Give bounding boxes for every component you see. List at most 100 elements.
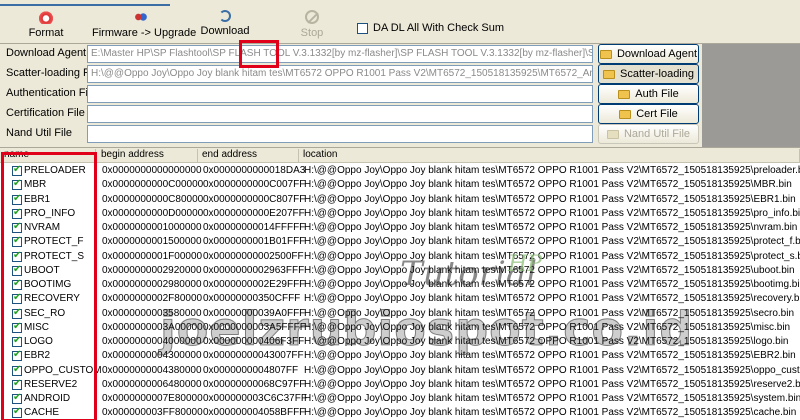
header-begin-address[interactable]: begin address	[97, 149, 198, 163]
end-address-cell: 0x00000000068C97FF	[203, 378, 306, 390]
header-location[interactable]: location	[299, 149, 800, 163]
table-row[interactable]: BOOTIMG0x00000000029800000x0000000002E29…	[0, 278, 800, 292]
download-agent-field[interactable]: E:\Master HP\SP Flashtool\SP FLASH TOOL …	[87, 45, 593, 63]
table-row[interactable]: EBR20x00000000043000000x00000000043007FF…	[0, 349, 800, 363]
table-row[interactable]: MISC0x0000000003A000000x0000000003A5FFFF…	[0, 321, 800, 335]
download-label: Download	[200, 25, 250, 37]
download-agent-button-label: Download Agent	[616, 48, 698, 60]
location-cell: H:\@@Oppo Joy\Oppo Joy blank hitam tes\M…	[304, 193, 796, 205]
location-cell: H:\@@Oppo Joy\Oppo Joy blank hitam tes\M…	[304, 236, 800, 248]
table-row[interactable]: CACHE0x000000003FF800000x000000004058BFF…	[0, 406, 800, 420]
end-address-cell: 0x0000000000C007FF	[203, 179, 306, 191]
nand-util-button[interactable]: Nand Util File	[598, 124, 699, 144]
location-cell: H:\@@Oppo Joy\Oppo Joy blank hitam tes\M…	[304, 378, 800, 390]
end-address-cell: 0x00000000350CFFF	[203, 293, 301, 305]
stop-button[interactable]: Stop	[290, 10, 334, 42]
begin-address-cell: 0x0000000003A00000	[102, 321, 203, 333]
end-address-cell: 0x0000000001B01FFF	[203, 236, 306, 248]
da-checksum-checkbox[interactable]: DA DL All With Check Sum	[357, 22, 504, 34]
folder-icon	[606, 129, 619, 139]
location-cell: H:\@@Oppo Joy\Oppo Joy blank hitam tes\M…	[304, 222, 798, 233]
location-cell: H:\@@Oppo Joy\Oppo Joy blank hitam tes\M…	[304, 307, 795, 319]
header-end-address[interactable]: end address	[198, 149, 299, 163]
da-checksum-label: DA DL All With Check Sum	[373, 22, 505, 34]
folder-icon	[603, 69, 615, 79]
begin-address-cell: 0x0000000001000000	[102, 222, 202, 233]
download-button[interactable]: Download	[196, 10, 254, 42]
download-agent-row: Download Agent E:\Master HP\SP Flashtool…	[0, 44, 800, 64]
authentication-label: Authentication File	[6, 87, 97, 99]
auth-file-button-label: Auth File	[635, 88, 679, 100]
table-row[interactable]: NVRAM0x00000000010000000x00000000014FFFF…	[0, 221, 800, 235]
table-row[interactable]: EBR10x0000000000C800000x0000000000C807FF…	[0, 193, 800, 207]
version-highlight-box	[239, 40, 279, 68]
table-row[interactable]: MBR0x0000000000C000000x0000000000C007FFH…	[0, 178, 800, 192]
begin-address-cell: 0x0000000006480000	[102, 378, 202, 390]
table-row[interactable]: RESERVE20x00000000064800000x00000000068C…	[0, 378, 800, 392]
begin-address-cell: 0x0000000000C80000	[102, 193, 204, 205]
right-side-panel	[702, 44, 800, 148]
location-cell: H:\@@Oppo Joy\Oppo Joy blank hitam tes\M…	[304, 407, 797, 419]
table-row[interactable]: PRELOADER0x00000000000000000x00000000000…	[0, 164, 800, 178]
begin-address-cell: 0x0000000004000000	[102, 336, 202, 347]
end-address-cell: 0x0000000003A5FFFF	[203, 321, 306, 333]
scatter-loading-button-label: Scatter-loading	[620, 68, 694, 80]
table-row[interactable]: SEC_RO0x00000000035800000x00000000039A0F…	[0, 307, 800, 321]
format-button[interactable]: Format	[18, 10, 74, 42]
table-row[interactable]: LOGO0x00000000040000000x000000000406F3FF…	[0, 335, 800, 349]
begin-address-cell: 0x0000000000C00000	[102, 179, 204, 191]
cert-file-button[interactable]: Cert File	[598, 104, 699, 124]
end-address-cell: 0x000000004058BFFF	[203, 407, 306, 419]
table-row[interactable]: ANDROID0x0000000007E800000x000000003C6C3…	[0, 392, 800, 406]
stop-label: Stop	[300, 27, 324, 39]
location-cell: H:\@@Oppo Joy\Oppo Joy blank hitam tes\M…	[304, 250, 800, 262]
end-address-cell: 0x000000000406F3FF	[203, 336, 305, 347]
end-address-cell: 0x0000000004807FF	[203, 364, 299, 376]
download-agent-button[interactable]: Download Agent	[598, 44, 699, 64]
location-cell: H:\@@Oppo Joy\Oppo Joy blank hitam tes\M…	[304, 207, 800, 219]
certification-row: Certification File Cert File	[0, 104, 800, 124]
scatter-loading-field[interactable]: H:\@@Oppo Joy\Oppo Joy blank hitam tes\M…	[87, 65, 593, 83]
begin-address-cell: 0x0000000004300000	[102, 350, 202, 362]
begin-address-cell: 0x0000000004380000	[102, 364, 202, 376]
begin-address-cell: 0x0000000001500000	[102, 236, 202, 248]
cert-file-button-label: Cert File	[636, 108, 678, 120]
table-row[interactable]: PROTECT_S0x0000000001F000000x00000000002…	[0, 250, 800, 264]
location-cell: H:\@@Oppo Joy\Oppo Joy blank hitam tes\M…	[304, 321, 791, 333]
location-cell: H:\@@Oppo Joy\Oppo Joy blank hitam tes\M…	[304, 279, 800, 290]
table-row[interactable]: PROTECT_F0x00000000015000000x0000000001B…	[0, 235, 800, 249]
begin-address-cell: 0x000000003FF80000	[102, 407, 203, 419]
begin-address-cell: 0x0000000001F00000	[102, 250, 203, 262]
table-row[interactable]: OPPO_CUSTOM0x00000000043800000x000000000…	[0, 364, 800, 378]
partition-table: name begin address end address location …	[0, 147, 800, 420]
location-cell: H:\@@Oppo Joy\Oppo Joy blank hitam tes\M…	[304, 264, 795, 276]
end-address-cell: 0x00000000043007FF	[203, 350, 304, 362]
firmware-upgrade-button[interactable]: Firmware -> Upgrade	[92, 10, 196, 42]
location-cell: H:\@@Oppo Joy\Oppo Joy blank hitam tes\M…	[304, 364, 800, 376]
nand-util-field[interactable]	[87, 125, 593, 143]
end-address-cell: 0x00000000014FFFFF	[203, 222, 306, 233]
toolbar: Format Firmware -> Upgrade Download Stop…	[0, 6, 800, 44]
end-address-cell: 0x0000000000C807FF	[203, 193, 306, 205]
download-agent-label: Download Agent	[6, 47, 87, 59]
table-row[interactable]: UBOOT0x00000000029200000x0000000002963FF…	[0, 264, 800, 278]
end-address-cell: 0x00000000039A0FFF	[203, 307, 306, 319]
certification-field[interactable]	[87, 105, 593, 123]
format-label: Format	[28, 27, 64, 39]
folder-icon	[619, 109, 632, 119]
folder-icon	[618, 89, 631, 99]
auth-file-button[interactable]: Auth File	[598, 84, 699, 104]
scatter-loading-button[interactable]: Scatter-loading	[598, 64, 699, 84]
folder-icon	[599, 49, 612, 59]
firmware-upgrade-icon	[132, 10, 148, 24]
authentication-field[interactable]	[87, 85, 593, 103]
location-cell: H:\@@Oppo Joy\Oppo Joy blank hitam tes\M…	[304, 179, 792, 191]
begin-address-cell: 0x0000000003580000	[102, 307, 202, 319]
location-cell: H:\@@Oppo Joy\Oppo Joy blank hitam tes\M…	[304, 293, 800, 305]
begin-address-cell: 0x0000000000000000	[102, 165, 202, 176]
da-checksum-box[interactable]	[357, 22, 368, 34]
table-row[interactable]: RECOVERY0x0000000002F800000x00000000350C…	[0, 292, 800, 306]
location-cell: H:\@@Oppo Joy\Oppo Joy blank hitam tes\M…	[304, 165, 800, 176]
table-row[interactable]: PRO_INFO0x0000000000D000000x0000000000E2…	[0, 207, 800, 221]
stop-icon	[305, 10, 319, 24]
